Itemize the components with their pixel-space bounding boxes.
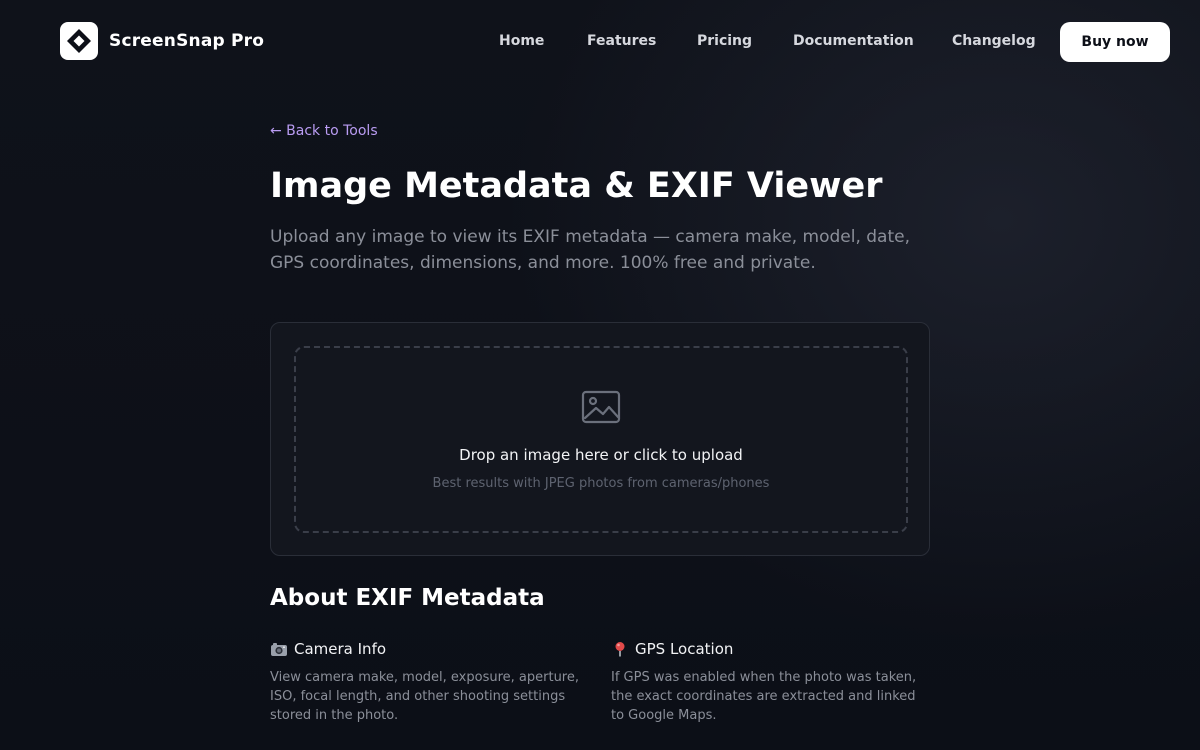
nav-link-features[interactable]: Features: [587, 33, 656, 49]
nav-links: Home Features Pricing Documentation Chan…: [0, 33, 1200, 53]
dropzone-hint: Best results with JPEG photos from camer…: [432, 476, 770, 491]
nav-link-documentation[interactable]: Documentation: [793, 33, 914, 49]
back-to-tools-link[interactable]: ← Back to Tools: [270, 123, 378, 139]
camera-icon: [270, 641, 288, 657]
image-dropzone[interactable]: Drop an image here or click to upload Be…: [294, 346, 908, 533]
about-section-title: About EXIF Metadata: [270, 585, 545, 611]
feature-camera-info: Camera Info View camera make, model, exp…: [270, 638, 590, 725]
page-subtitle: Upload any image to view its EXIF metada…: [270, 227, 910, 273]
upload-card: Drop an image here or click to upload Be…: [270, 322, 930, 556]
image-icon: [581, 390, 621, 428]
feature-title: Camera Info: [294, 640, 387, 658]
pin-icon: [611, 641, 629, 657]
feature-description: If GPS was enabled when the photo was ta…: [611, 670, 917, 723]
top-navigation: ScreenSnap Pro Home Features Pricing Doc…: [0, 0, 1200, 82]
nav-link-home[interactable]: Home: [499, 33, 544, 49]
page-title: Image Metadata & EXIF Viewer: [270, 166, 883, 206]
dropzone-title: Drop an image here or click to upload: [459, 446, 743, 464]
nav-link-pricing[interactable]: Pricing: [697, 33, 752, 49]
nav-link-changelog[interactable]: Changelog: [952, 33, 1036, 49]
feature-title: GPS Location: [635, 640, 734, 658]
feature-description: View camera make, model, exposure, apert…: [270, 670, 579, 723]
feature-gps-location: GPS Location If GPS was enabled when the…: [611, 638, 931, 725]
buy-now-button[interactable]: Buy now: [1060, 22, 1170, 62]
